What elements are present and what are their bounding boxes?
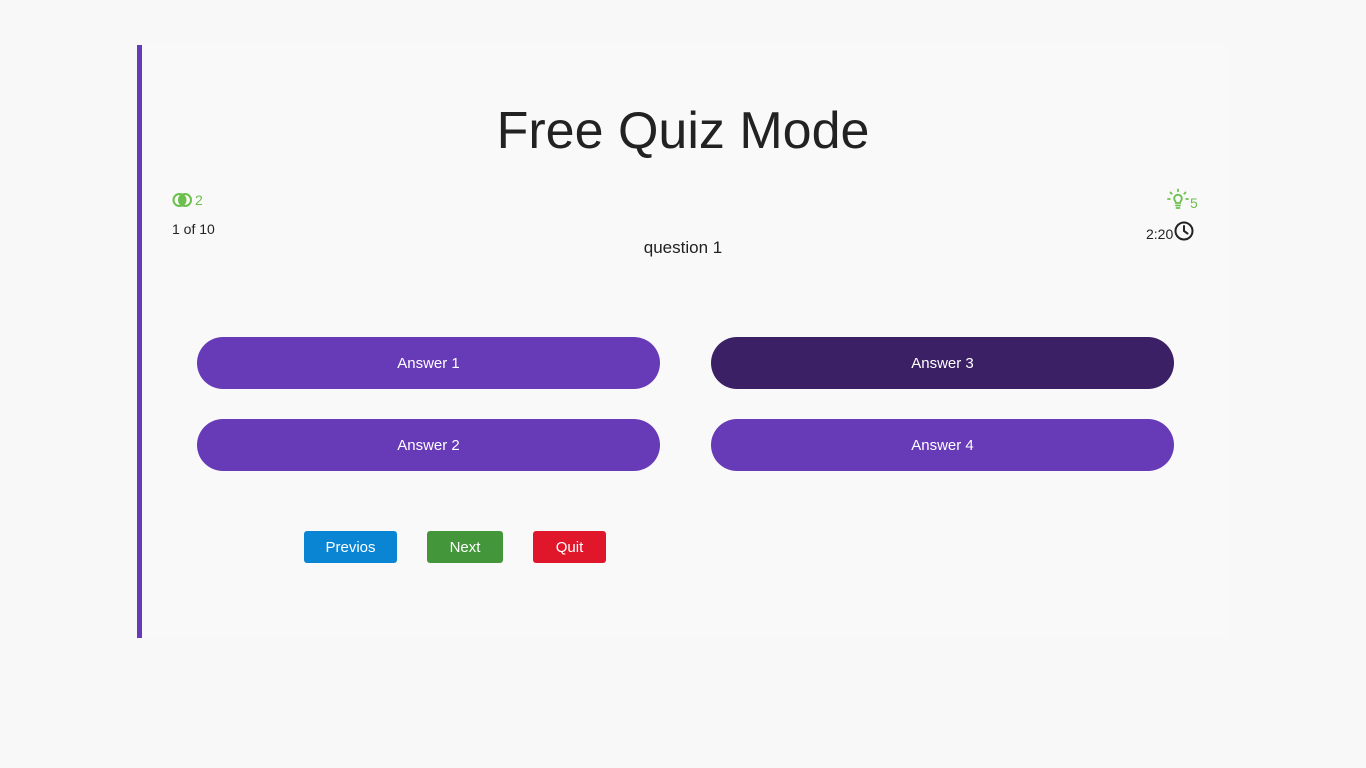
lightbulb-icon — [1167, 188, 1189, 209]
quit-button[interactable]: Quit — [533, 531, 606, 563]
answer-option-3[interactable]: Answer 3 — [711, 337, 1174, 389]
page: Free Quiz Mode 2 5 1 of 10 2:20 question… — [0, 0, 1366, 768]
page-title: Free Quiz Mode — [496, 102, 870, 160]
fifty-fifty-icon — [172, 193, 192, 207]
answer-option-4[interactable]: Answer 4 — [711, 419, 1174, 471]
next-button[interactable]: Next — [427, 531, 503, 563]
question-text: question 1 — [643, 238, 723, 257]
fifty-fifty-lifeline[interactable]: 2 — [172, 192, 203, 208]
answer-option-2[interactable]: Answer 2 — [197, 419, 660, 471]
question-counter: 1 of 10 — [172, 221, 215, 237]
previous-button[interactable]: Previos — [304, 531, 397, 563]
hints-lifeline[interactable]: 5 — [1166, 188, 1198, 212]
hints-count: 5 — [1190, 194, 1198, 211]
answer-option-1[interactable]: Answer 1 — [197, 337, 660, 389]
fifty-fifty-count: 2 — [195, 192, 203, 208]
